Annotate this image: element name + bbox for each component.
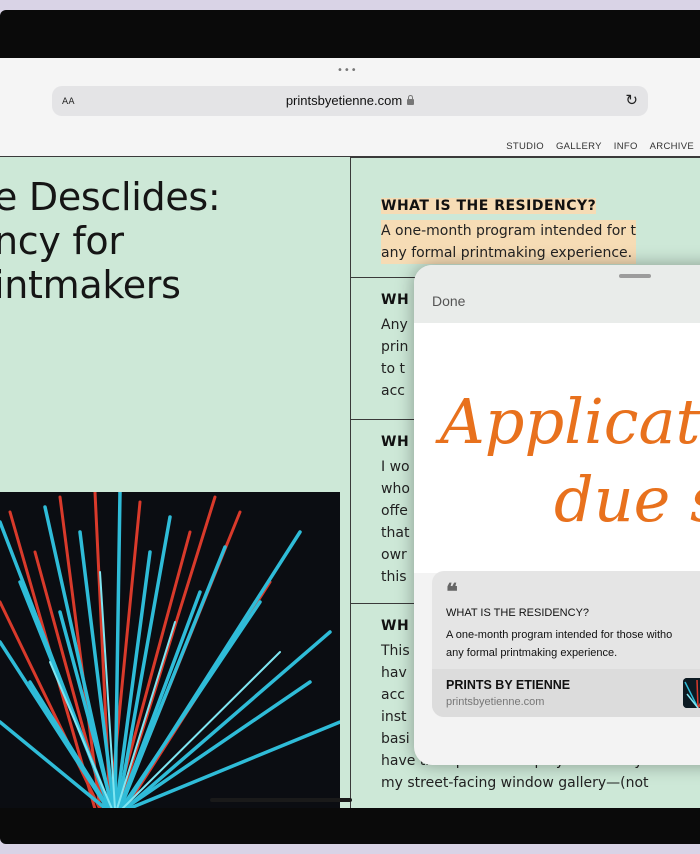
nav-gallery[interactable]: GALLERY (556, 141, 602, 152)
answer-line: any formal printmaking experience. (381, 242, 636, 264)
bottom-scroll-indicator (210, 798, 352, 802)
handwriting-canvas[interactable]: Applicati due s (414, 323, 700, 573)
print-artwork (0, 492, 340, 808)
answer-line: who (381, 481, 410, 497)
title-line-2: ncy for (0, 219, 124, 263)
site-nav: STUDIO GALLERY INFO ARCHIVE (494, 141, 694, 152)
answer-line: offe (381, 503, 408, 519)
drag-handle[interactable] (619, 274, 651, 278)
url-text: printsbyetienne.com (285, 93, 403, 108)
quote-title: WHAT IS THE RESIDENCY? (446, 607, 590, 619)
handwriting-line-1: Applicati (435, 385, 700, 458)
handwriting-line-2: due s (554, 463, 700, 536)
faq-question-3: WH (381, 434, 410, 450)
answer-line: owr (381, 547, 407, 563)
answer-line: Any (381, 317, 408, 333)
linked-quote-card[interactable]: ❝ WHAT IS THE RESIDENCY? A one-month pro… (432, 571, 700, 717)
answer-line: I wo (381, 459, 410, 475)
nav-info[interactable]: INFO (614, 141, 638, 152)
thumbnail-artwork (683, 678, 700, 708)
answer-line: acc (381, 383, 405, 399)
quote-icon: ❝ (446, 579, 458, 605)
quick-note-panel[interactable]: Done Applicati due s ❝ WHAT IS THE RESID… (414, 265, 700, 765)
page-title: e Desclides: ncy for intmakers (0, 175, 221, 307)
quote-body: A one-month program intended for those w… (446, 626, 672, 662)
lock-icon (407, 95, 415, 105)
faq-answer-3: I wo who offe that owr this (381, 456, 410, 588)
url-display[interactable]: printsbyetienne.com (52, 93, 648, 108)
answer-line: A one-month program intended for t (381, 220, 636, 242)
faq-question-2: WH (381, 292, 410, 308)
title-line-3: intmakers (0, 263, 181, 307)
answer-line: my street-facing window gallery—(not (381, 775, 649, 791)
source-link[interactable]: PRINTS BY ETIENNE printsbyetienne.com (432, 669, 700, 717)
address-bar[interactable]: AA printsbyetienne.com ↻ (52, 86, 648, 116)
faq-question-4: WH (381, 618, 410, 634)
faq-answer-1: A one-month program intended for t any f… (381, 220, 636, 264)
title-line-1: e Desclides: (0, 175, 221, 219)
quick-note-header: Done (414, 265, 700, 323)
faq-question-1: WHAT IS THE RESIDENCY? (381, 198, 597, 214)
handwritten-note: Applicati due s (435, 385, 700, 536)
link-title: PRINTS BY ETIENNE (446, 678, 571, 692)
faq-section-1: WHAT IS THE RESIDENCY? A one-month progr… (351, 157, 700, 278)
answer-line: to t (381, 361, 405, 377)
ipad-bezel: ••• AA printsbyetienne.com ↻ STUDIO GALLE… (0, 10, 700, 844)
answer-line: prin (381, 339, 409, 355)
reload-icon[interactable]: ↻ (625, 91, 638, 109)
multitask-handle[interactable]: ••• (337, 66, 358, 76)
answer-line: that (381, 525, 410, 541)
quote-line: A one-month program intended for those w… (446, 629, 673, 641)
link-thumbnail (683, 678, 700, 708)
featured-print-image (0, 492, 340, 808)
quote-line: any formal printmaking experience. (446, 647, 618, 659)
done-button[interactable]: Done (432, 293, 465, 309)
link-url: printsbyetienne.com (446, 696, 545, 708)
nav-studio[interactable]: STUDIO (506, 141, 544, 152)
faq-answer-2: Any prin to t acc (381, 314, 408, 402)
answer-line: this (381, 569, 407, 585)
nav-archive[interactable]: ARCHIVE (650, 141, 694, 152)
